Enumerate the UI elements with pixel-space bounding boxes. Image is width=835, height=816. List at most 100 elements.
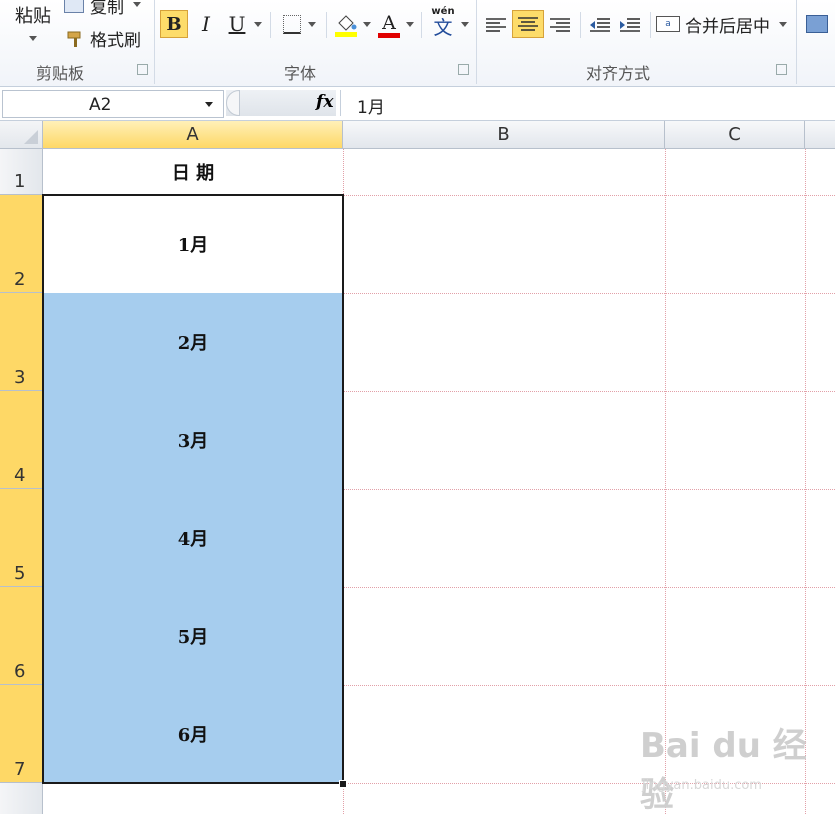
font-dialog-launcher-icon[interactable] <box>458 64 469 75</box>
column-header-b[interactable]: B <box>343 121 665 149</box>
gridline <box>343 149 344 814</box>
format-painter-label: 格式刷 <box>90 30 141 51</box>
watermark-url: jingyan.baidu.com <box>642 778 762 793</box>
copy-icon <box>64 0 84 13</box>
increase-indent-icon <box>620 18 640 32</box>
alignment-dialog-launcher-icon[interactable] <box>776 64 787 75</box>
row-header-7-label: 7 <box>14 759 26 780</box>
splitter-handle[interactable] <box>226 90 240 116</box>
row-header-1-label: 1 <box>14 171 26 192</box>
font-color-dropdown-caret[interactable] <box>406 22 414 27</box>
italic-label: I <box>202 12 210 36</box>
phonetic-button[interactable]: wén 文 <box>428 6 458 40</box>
cell-a6-text: 5月 <box>177 627 209 648</box>
column-header-a[interactable]: A <box>43 121 343 149</box>
name-box-dropdown-caret[interactable] <box>205 102 213 107</box>
cell-a7[interactable]: 6月 <box>43 685 343 783</box>
font-color-button[interactable]: A <box>376 10 402 40</box>
column-header-b-label: B <box>497 124 510 145</box>
italic-button[interactable]: I <box>194 10 218 38</box>
clipboard-dialog-launcher-icon[interactable] <box>137 64 148 75</box>
name-box[interactable]: A2 <box>2 90 224 118</box>
worksheet-grid: A B C 1 2 3 4 5 6 7 日 期 1月 2月 3月 4月 5月 6… <box>0 121 835 814</box>
paste-label: 粘贴 <box>15 6 51 27</box>
formula-bar: A2 fx 1月 <box>0 88 835 121</box>
alignment-group-label: 对齐方式 <box>586 64 651 83</box>
font-color-bar <box>378 32 400 38</box>
column-header-a-label: A <box>186 124 199 145</box>
increase-indent-button[interactable] <box>616 12 644 38</box>
column-header-d[interactable] <box>805 121 835 149</box>
cell-a6[interactable]: 5月 <box>43 587 343 685</box>
align-center-button[interactable] <box>512 10 544 38</box>
align-left-button[interactable] <box>482 12 510 38</box>
border-button[interactable] <box>280 12 304 36</box>
row-header-4[interactable]: 4 <box>0 391 43 489</box>
select-all-button[interactable] <box>0 121 43 149</box>
ribbon: 粘贴 复制 格式刷 剪贴板 B I U A wén 文 字体 a 合并后居中 对… <box>0 0 835 87</box>
fill-color-bar <box>335 31 357 37</box>
underline-label: U <box>228 12 246 36</box>
formula-input[interactable]: 1月 <box>340 90 835 118</box>
row-header-5-label: 5 <box>14 563 26 584</box>
row-header-4-label: 4 <box>14 465 26 486</box>
align-right-button[interactable] <box>546 12 574 38</box>
insert-function-icon[interactable]: fx <box>316 92 333 112</box>
number-format-button[interactable] <box>804 10 830 38</box>
merge-center-label: 合并后居中 <box>685 16 770 37</box>
cell-a2[interactable]: 1月 <box>43 195 343 293</box>
merge-center-button[interactable]: a 合并后居中 <box>656 10 778 38</box>
row-header-3[interactable]: 3 <box>0 293 43 391</box>
paste-button[interactable]: 粘贴 <box>8 0 58 30</box>
fill-color-dropdown-caret[interactable] <box>363 22 371 27</box>
font-color-label: A <box>382 11 396 34</box>
fill-color-button[interactable] <box>332 10 360 40</box>
row-header-8[interactable] <box>0 783 43 814</box>
cell-a3-text: 2月 <box>177 333 209 354</box>
cell-a5[interactable]: 4月 <box>43 489 343 587</box>
phonetic-pinyin: wén <box>431 6 455 17</box>
copy-label: 复制 <box>90 0 124 18</box>
row-header-6[interactable]: 6 <box>0 587 43 685</box>
decrease-indent-button[interactable] <box>586 12 614 38</box>
format-painter-button[interactable]: 格式刷 <box>66 25 150 51</box>
cell-a1[interactable]: 日 期 <box>43 149 343 195</box>
row-header-6-label: 6 <box>14 661 26 682</box>
divider <box>650 12 651 38</box>
merge-center-dropdown-caret[interactable] <box>779 22 787 27</box>
cell-a4-text: 3月 <box>177 431 209 452</box>
row-header-3-label: 3 <box>14 367 26 388</box>
bold-button[interactable]: B <box>160 10 188 38</box>
formula-bar-splitter[interactable]: fx <box>226 90 336 116</box>
column-header-c-label: C <box>728 124 741 145</box>
cell-a2-text: 1月 <box>177 235 209 256</box>
paste-dropdown-caret[interactable] <box>29 36 37 41</box>
border-icon <box>283 14 301 34</box>
divider <box>270 12 271 38</box>
underline-dropdown-caret[interactable] <box>254 22 262 27</box>
row-header-1[interactable]: 1 <box>0 149 43 195</box>
divider <box>421 12 422 38</box>
row-header-2[interactable]: 2 <box>0 195 43 293</box>
align-right-icon <box>550 18 570 32</box>
clipboard-group-label: 剪贴板 <box>36 64 85 83</box>
row-header-5[interactable]: 5 <box>0 489 43 587</box>
column-header-c[interactable]: C <box>665 121 805 149</box>
cell-a4[interactable]: 3月 <box>43 391 343 489</box>
formula-content: 1月 <box>357 98 385 118</box>
copy-dropdown-caret[interactable] <box>133 2 141 7</box>
merge-center-icon: a <box>656 16 680 32</box>
divider <box>580 12 581 38</box>
align-center-icon <box>518 17 538 31</box>
border-dropdown-caret[interactable] <box>308 22 316 27</box>
select-all-triangle-icon <box>24 130 38 144</box>
underline-button[interactable]: U <box>224 10 250 38</box>
decrease-indent-icon <box>590 18 610 32</box>
divider <box>326 12 327 38</box>
phonetic-dropdown-caret[interactable] <box>461 22 469 27</box>
cell-a7-text: 6月 <box>177 725 209 746</box>
fill-bucket-icon <box>338 14 357 31</box>
fill-handle[interactable] <box>339 780 347 788</box>
row-header-7[interactable]: 7 <box>0 685 43 783</box>
cell-a3[interactable]: 2月 <box>43 293 343 391</box>
